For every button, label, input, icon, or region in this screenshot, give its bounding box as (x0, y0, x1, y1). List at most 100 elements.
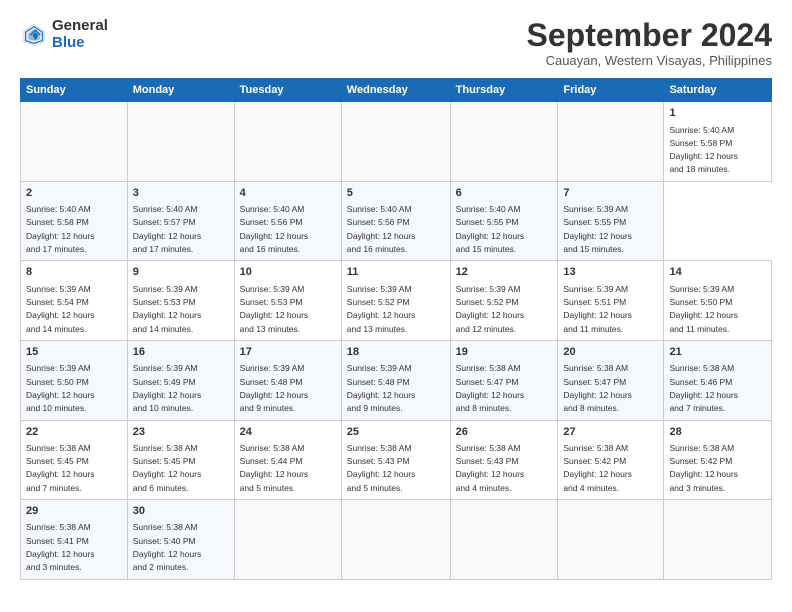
day-info: Sunrise: 5:38 AMSunset: 5:46 PMDaylight:… (669, 363, 738, 413)
empty-cell (341, 102, 450, 182)
header-row: SundayMondayTuesdayWednesdayThursdayFrid… (21, 79, 772, 102)
header-cell-sunday: Sunday (21, 79, 128, 102)
day-cell-28: 28 Sunrise: 5:38 AMSunset: 5:42 PMDayligh… (664, 420, 772, 500)
week-row-2: 2Sunrise: 5:40 AMSunset: 5:58 PMDaylight… (21, 181, 772, 261)
day-info: Sunrise: 5:38 AMSunset: 5:47 PMDaylight:… (563, 363, 632, 413)
day-info: Sunrise: 5:39 AMSunset: 5:51 PMDaylight:… (563, 284, 632, 334)
day-cell-24: 24Sunrise: 5:38 AMSunset: 5:44 PMDayligh… (234, 420, 341, 500)
day-cell-16: 16 Sunrise: 5:39 AMSunset: 5:49 PMDayligh… (127, 340, 234, 420)
day-info: Sunrise: 5:39 AMSunset: 5:53 PMDaylight:… (240, 284, 309, 334)
day-number: 30 (133, 504, 229, 519)
header-cell-saturday: Saturday (664, 79, 772, 102)
logo-blue: Blue (52, 35, 108, 52)
day-number: 25 (347, 425, 445, 440)
day-cell-23: 23Sunrise: 5:38 AMSunset: 5:45 PMDayligh… (127, 420, 234, 500)
week-row-6: 29 Sunrise: 5:38 AMSunset: 5:41 PMDayligh… (21, 500, 772, 580)
day-info: Sunrise: 5:38 AMSunset: 5:41 PMDaylight:… (26, 522, 95, 572)
day-info: Sunrise: 5:38 AMSunset: 5:43 PMDaylight:… (347, 443, 416, 493)
day-number: 3 (133, 186, 229, 201)
day-info: Sunrise: 5:38 AMSunset: 5:42 PMDaylight:… (669, 443, 738, 493)
day-number: 11 (347, 265, 445, 280)
day-info: Sunrise: 5:40 AMSunset: 5:55 PMDaylight:… (456, 204, 525, 254)
day-number: 26 (456, 425, 553, 440)
week-row-4: 15 Sunrise: 5:39 AMSunset: 5:50 PMDayligh… (21, 340, 772, 420)
day-number: 15 (26, 345, 122, 360)
day-number: 20 (563, 345, 658, 360)
day-number: 8 (26, 265, 122, 280)
day-number: 17 (240, 345, 336, 360)
day-cell-5: 5 Sunrise: 5:40 AMSunset: 5:56 PMDaylight… (341, 181, 450, 261)
day-cell-22: 22 Sunrise: 5:38 AMSunset: 5:45 PMDayligh… (21, 420, 128, 500)
day-number: 18 (347, 345, 445, 360)
day-info: Sunrise: 5:39 AMSunset: 5:55 PMDaylight:… (563, 204, 632, 254)
day-info: Sunrise: 5:38 AMSunset: 5:43 PMDaylight:… (456, 443, 525, 493)
empty-cell (450, 102, 558, 182)
day-cell-8: 8 Sunrise: 5:39 AMSunset: 5:54 PMDaylight… (21, 261, 128, 341)
logo-general: General (52, 18, 108, 35)
day-cell-26: 26 Sunrise: 5:38 AMSunset: 5:43 PMDayligh… (450, 420, 558, 500)
day-info: Sunrise: 5:39 AMSunset: 5:48 PMDaylight:… (347, 363, 416, 413)
day-number: 22 (26, 425, 122, 440)
day-number: 12 (456, 265, 553, 280)
empty-cell (558, 500, 664, 580)
logo-icon (20, 21, 48, 49)
day-cell-11: 11 Sunrise: 5:39 AMSunset: 5:52 PMDayligh… (341, 261, 450, 341)
calendar-table: SundayMondayTuesdayWednesdayThursdayFrid… (20, 78, 772, 579)
header-cell-thursday: Thursday (450, 79, 558, 102)
day-cell-27: 27Sunrise: 5:38 AMSunset: 5:42 PMDayligh… (558, 420, 664, 500)
day-cell-3: 3 Sunrise: 5:40 AMSunset: 5:57 PMDaylight… (127, 181, 234, 261)
day-number: 6 (456, 186, 553, 201)
day-cell-2: 2Sunrise: 5:40 AMSunset: 5:58 PMDaylight… (21, 181, 128, 261)
week-row-5: 22 Sunrise: 5:38 AMSunset: 5:45 PMDayligh… (21, 420, 772, 500)
empty-cell (664, 500, 772, 580)
day-info: Sunrise: 5:40 AMSunset: 5:56 PMDaylight:… (347, 204, 416, 254)
day-number: 7 (563, 186, 658, 201)
title-section: September 2024 Cauayan, Western Visayas,… (527, 18, 772, 68)
day-cell-15: 15 Sunrise: 5:39 AMSunset: 5:50 PMDayligh… (21, 340, 128, 420)
day-info: Sunrise: 5:38 AMSunset: 5:42 PMDaylight:… (563, 443, 632, 493)
day-number: 13 (563, 265, 658, 280)
day-info: Sunrise: 5:39 AMSunset: 5:54 PMDaylight:… (26, 284, 95, 334)
day-number: 23 (133, 425, 229, 440)
day-cell-25: 25 Sunrise: 5:38 AMSunset: 5:43 PMDayligh… (341, 420, 450, 500)
day-info: Sunrise: 5:40 AMSunset: 5:58 PMDaylight:… (669, 125, 738, 175)
day-info: Sunrise: 5:40 AMSunset: 5:57 PMDaylight:… (133, 204, 202, 254)
day-cell-20: 20 Sunrise: 5:38 AMSunset: 5:47 PMDayligh… (558, 340, 664, 420)
empty-cell (234, 500, 341, 580)
day-info: Sunrise: 5:39 AMSunset: 5:52 PMDaylight:… (456, 284, 525, 334)
header-cell-friday: Friday (558, 79, 664, 102)
day-number: 21 (669, 345, 766, 360)
empty-cell (127, 102, 234, 182)
day-number: 9 (133, 265, 229, 280)
header-cell-tuesday: Tuesday (234, 79, 341, 102)
empty-cell (234, 102, 341, 182)
day-cell-9: 9Sunrise: 5:39 AMSunset: 5:53 PMDaylight… (127, 261, 234, 341)
day-cell-7: 7 Sunrise: 5:39 AMSunset: 5:55 PMDaylight… (558, 181, 664, 261)
subtitle: Cauayan, Western Visayas, Philippines (527, 53, 772, 68)
day-number: 16 (133, 345, 229, 360)
day-number: 5 (347, 186, 445, 201)
day-info: Sunrise: 5:38 AMSunset: 5:44 PMDaylight:… (240, 443, 309, 493)
day-cell-12: 12 Sunrise: 5:39 AMSunset: 5:52 PMDayligh… (450, 261, 558, 341)
day-info: Sunrise: 5:38 AMSunset: 5:45 PMDaylight:… (26, 443, 95, 493)
day-cell-30: 30Sunrise: 5:38 AMSunset: 5:40 PMDayligh… (127, 500, 234, 580)
day-number: 14 (669, 265, 766, 280)
day-info: Sunrise: 5:38 AMSunset: 5:47 PMDaylight:… (456, 363, 525, 413)
day-info: Sunrise: 5:39 AMSunset: 5:52 PMDaylight:… (347, 284, 416, 334)
day-cell-1: 1 Sunrise: 5:40 AMSunset: 5:58 PMDaylight… (664, 102, 772, 182)
day-info: Sunrise: 5:39 AMSunset: 5:49 PMDaylight:… (133, 363, 202, 413)
day-cell-21: 21 Sunrise: 5:38 AMSunset: 5:46 PMDayligh… (664, 340, 772, 420)
day-number: 28 (669, 425, 766, 440)
header-cell-monday: Monday (127, 79, 234, 102)
empty-cell (21, 102, 128, 182)
day-cell-17: 17 Sunrise: 5:39 AMSunset: 5:48 PMDayligh… (234, 340, 341, 420)
page: General Blue September 2024 Cauayan, Wes… (0, 0, 792, 612)
header-cell-wednesday: Wednesday (341, 79, 450, 102)
header: General Blue September 2024 Cauayan, Wes… (20, 18, 772, 68)
day-cell-4: 4Sunrise: 5:40 AMSunset: 5:56 PMDaylight… (234, 181, 341, 261)
empty-cell (450, 500, 558, 580)
day-info: Sunrise: 5:39 AMSunset: 5:48 PMDaylight:… (240, 363, 309, 413)
day-number: 29 (26, 504, 122, 519)
day-number: 1 (669, 106, 766, 121)
day-info: Sunrise: 5:39 AMSunset: 5:50 PMDaylight:… (26, 363, 95, 413)
